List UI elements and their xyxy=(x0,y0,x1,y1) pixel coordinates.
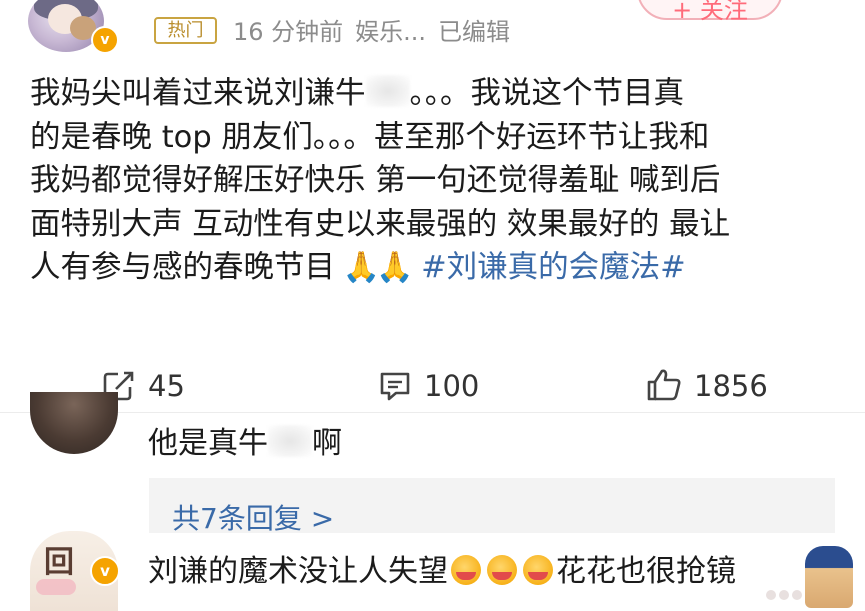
censored-blur xyxy=(268,425,312,457)
pray-emoji: 🙏 xyxy=(376,250,414,285)
face-emoji xyxy=(487,555,517,585)
post-line-5: 人有参与感的春晚节目 🙏🙏 #刘谦真的会魔法# xyxy=(30,246,850,290)
comment-button[interactable]: 100 xyxy=(378,366,479,406)
post-meta: 16 分钟前 娱乐... 已编辑 xyxy=(233,12,522,47)
post-time: 16 分钟前 xyxy=(233,18,344,46)
post-line-2: 的是春晚 top 朋友们。。。甚至那个好运环节让我和 xyxy=(30,119,710,155)
like-icon xyxy=(647,369,681,401)
post-line-1: 我妈尖叫着过来说刘谦牛 。。。我说这个节目真 xyxy=(30,75,684,111)
view-replies-link[interactable]: 共7条回复 > xyxy=(172,497,334,537)
censored-blur xyxy=(365,75,410,107)
hashtag-link[interactable]: #刘谦真的会魔法# xyxy=(421,250,686,285)
follow-button[interactable]: + 关注 xyxy=(637,0,783,24)
comment-count: 100 xyxy=(424,369,480,403)
commenter-avatar[interactable] xyxy=(30,392,118,454)
comment-icon xyxy=(380,372,410,401)
sticker-image xyxy=(805,546,853,608)
post-body: 我妈尖叫着过来说刘谦牛 。。。我说这个节目真 的是春晚 top 朋友们。。。甚至那… xyxy=(30,72,850,290)
comment-text: 刘谦的魔术没让人失望 花花也很抢镜 xyxy=(148,554,736,589)
like-button[interactable]: 1856 xyxy=(646,366,768,406)
verified-badge-icon: v xyxy=(90,556,120,586)
post-source[interactable]: 娱乐... xyxy=(355,18,426,46)
face-emoji xyxy=(523,555,553,585)
face-emoji xyxy=(451,555,481,585)
hot-tag: 热门 xyxy=(154,17,217,44)
divider xyxy=(0,412,865,413)
comment-text: 他是真牛啊 xyxy=(148,425,342,461)
repost-count: 45 xyxy=(148,369,185,403)
edited-label: 已编辑 xyxy=(438,18,511,46)
pray-emoji: 🙏 xyxy=(342,250,381,285)
post-line-4: 面特别大声 互动性有史以来最强的 效果最好的 最让 xyxy=(30,206,731,242)
post-line-3: 我妈都觉得好解压好快乐 第一句还觉得羞耻 喊到后 xyxy=(30,163,721,198)
like-count: 1856 xyxy=(694,369,768,403)
verified-badge-icon: v xyxy=(91,26,119,54)
